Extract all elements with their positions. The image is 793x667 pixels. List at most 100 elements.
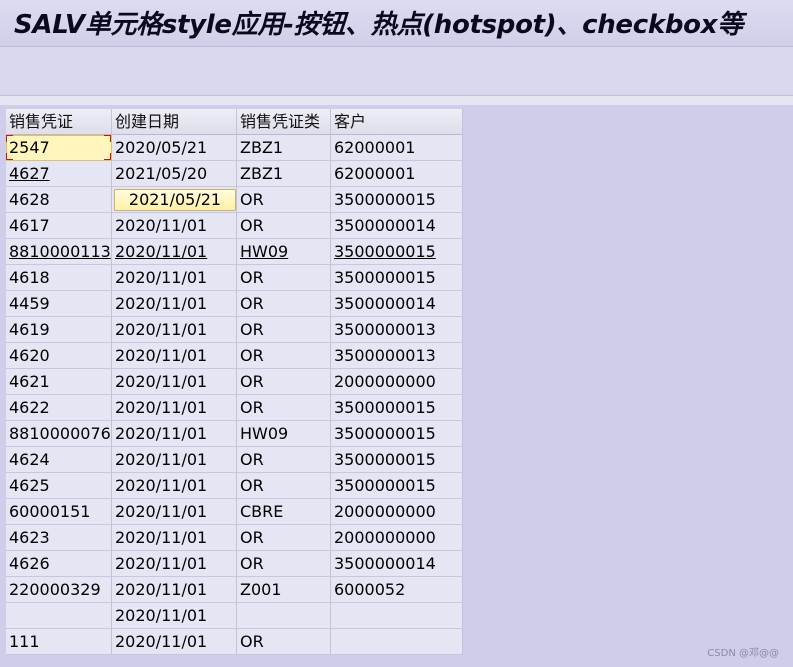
kunnr-cell[interactable]: 3500000013 xyxy=(331,317,463,343)
kunnr-cell[interactable]: 3500000015 xyxy=(331,473,463,499)
table-row[interactable]: 4620 2020/11/01 OR 3500000013 xyxy=(6,343,463,369)
kunnr-cell[interactable]: 6000052 xyxy=(331,577,463,603)
auart-cell[interactable]: OR xyxy=(237,213,331,239)
auart-cell[interactable]: OR xyxy=(237,395,331,421)
auart-cell[interactable]: OR xyxy=(237,265,331,291)
erdat-cell[interactable]: 2020/11/01 xyxy=(112,525,237,551)
kunnr-cell[interactable]: 2000000000 xyxy=(331,525,463,551)
column-header-vbeln[interactable]: 销售凭证 xyxy=(6,109,112,135)
table-row[interactable]: 60000151 2020/11/01 CBRE 2000000000 xyxy=(6,499,463,525)
vbeln-cell[interactable]: 4623 xyxy=(6,525,112,551)
vbeln-cell[interactable]: 220000329 xyxy=(6,577,112,603)
erdat-cell[interactable]: 2020/11/01 xyxy=(112,551,237,577)
erdat-cell[interactable]: 2020/11/01 xyxy=(112,265,237,291)
column-header-auart[interactable]: 销售凭证类 xyxy=(237,109,331,135)
vbeln-cell[interactable]: 8810000076 xyxy=(6,421,112,447)
erdat-cell[interactable]: 2020/11/01 xyxy=(112,603,237,629)
kunnr-cell[interactable] xyxy=(331,629,463,655)
auart-cell[interactable]: OR xyxy=(237,473,331,499)
erdat-cell[interactable]: 2020/11/01 xyxy=(112,291,237,317)
kunnr-cell[interactable]: 3500000013 xyxy=(331,343,463,369)
table-row[interactable]: 4619 2020/11/01 OR 3500000013 xyxy=(6,317,463,343)
auart-cell[interactable]: OR xyxy=(237,629,331,655)
erdat-cell[interactable]: 2020/11/01 xyxy=(112,343,237,369)
auart-cell[interactable]: OR xyxy=(237,551,331,577)
auart-cell[interactable]: OR xyxy=(237,525,331,551)
auart-cell[interactable]: CBRE xyxy=(237,499,331,525)
auart-cell[interactable]: OR xyxy=(237,187,331,213)
auart-hotspot-link[interactable]: HW09 xyxy=(237,239,331,265)
auart-cell[interactable]: Z001 xyxy=(237,577,331,603)
column-header-kunnr[interactable]: 客户 xyxy=(331,109,463,135)
erdat-cell[interactable]: 2020/05/21 xyxy=(112,135,237,161)
erdat-cell[interactable]: 2020/11/01 xyxy=(112,317,237,343)
auart-cell[interactable]: OR xyxy=(237,343,331,369)
table-row[interactable]: 8810000076 2020/11/01 HW09 3500000015 xyxy=(6,421,463,447)
table-row[interactable]: 4624 2020/11/01 OR 3500000015 xyxy=(6,447,463,473)
kunnr-cell[interactable]: 2000000000 xyxy=(331,369,463,395)
table-row[interactable]: 4627 2021/05/20 ZBZ1 62000001 xyxy=(6,161,463,187)
vbeln-cell[interactable]: 4622 xyxy=(6,395,112,421)
vbeln-cell[interactable]: 4625 xyxy=(6,473,112,499)
vbeln-cell[interactable]: 4628 xyxy=(6,187,112,213)
vbeln-cell[interactable]: 60000151 xyxy=(6,499,112,525)
kunnr-cell[interactable]: 62000001 xyxy=(331,135,463,161)
erdat-cell[interactable]: 2020/11/01 xyxy=(112,213,237,239)
kunnr-hotspot-link[interactable]: 3500000015 xyxy=(331,239,463,265)
vbeln-cell[interactable]: 4618 xyxy=(6,265,112,291)
vbeln-cell[interactable]: 4624 xyxy=(6,447,112,473)
vbeln-cell[interactable]: 4619 xyxy=(6,317,112,343)
kunnr-cell[interactable]: 3500000015 xyxy=(331,421,463,447)
kunnr-cell[interactable]: 3500000014 xyxy=(331,213,463,239)
table-row[interactable]: 2020/11/01 xyxy=(6,603,463,629)
vbeln-hotspot-link[interactable]: 8810000113 xyxy=(6,239,112,265)
table-row[interactable]: 4617 2020/11/01 OR 3500000014 xyxy=(6,213,463,239)
vbeln-cell[interactable]: 4620 xyxy=(6,343,112,369)
kunnr-cell[interactable]: 3500000015 xyxy=(331,447,463,473)
table-row[interactable]: 4459 2020/11/01 OR 3500000014 xyxy=(6,291,463,317)
vbeln-cell[interactable]: 4617 xyxy=(6,213,112,239)
vbeln-cell[interactable]: 4621 xyxy=(6,369,112,395)
erdat-cell[interactable]: 2020/11/01 xyxy=(112,447,237,473)
erdat-cell-button[interactable]: 2021/05/21 xyxy=(114,189,236,211)
kunnr-cell[interactable]: 3500000015 xyxy=(331,265,463,291)
auart-cell[interactable]: OR xyxy=(237,369,331,395)
table-row[interactable]: 4628 2021/05/21 OR 3500000015 xyxy=(6,187,463,213)
kunnr-cell[interactable]: 3500000015 xyxy=(331,187,463,213)
auart-cell[interactable]: ZBZ1 xyxy=(237,135,331,161)
kunnr-cell[interactable]: 3500000015 xyxy=(331,395,463,421)
table-row[interactable]: 4621 2020/11/01 OR 2000000000 xyxy=(6,369,463,395)
table-row[interactable]: 4625 2020/11/01 OR 3500000015 xyxy=(6,473,463,499)
auart-cell[interactable]: OR xyxy=(237,447,331,473)
table-row[interactable]: 2547 2020/05/21 ZBZ1 62000001 xyxy=(6,135,463,161)
vbeln-cell[interactable] xyxy=(6,603,112,629)
kunnr-cell[interactable] xyxy=(331,603,463,629)
auart-cell[interactable]: HW09 xyxy=(237,421,331,447)
vbeln-cell[interactable]: 4459 xyxy=(6,291,112,317)
erdat-cell[interactable]: 2020/11/01 xyxy=(112,395,237,421)
table-row[interactable]: 111 2020/11/01 OR xyxy=(6,629,463,655)
erdat-cell[interactable]: 2020/11/01 xyxy=(112,629,237,655)
erdat-cell[interactable]: 2020/11/01 xyxy=(112,499,237,525)
erdat-cell[interactable]: 2020/11/01 xyxy=(112,577,237,603)
erdat-cell[interactable]: 2020/11/01 xyxy=(112,369,237,395)
vbeln-hotspot-link[interactable]: 4627 xyxy=(6,161,112,187)
auart-cell[interactable] xyxy=(237,603,331,629)
table-row[interactable]: 8810000113 2020/11/01 HW09 3500000015 xyxy=(6,239,463,265)
vbeln-cell[interactable]: 111 xyxy=(6,629,112,655)
erdat-hotspot-link[interactable]: 2020/11/01 xyxy=(112,239,237,265)
kunnr-cell[interactable]: 2000000000 xyxy=(331,499,463,525)
kunnr-cell[interactable]: 3500000014 xyxy=(331,551,463,577)
kunnr-cell[interactable]: 62000001 xyxy=(331,161,463,187)
erdat-cell[interactable]: 2021/05/20 xyxy=(112,161,237,187)
auart-cell[interactable]: ZBZ1 xyxy=(237,161,331,187)
table-row[interactable]: 4623 2020/11/01 OR 2000000000 xyxy=(6,525,463,551)
erdat-cell[interactable]: 2020/11/01 xyxy=(112,421,237,447)
table-row[interactable]: 4622 2020/11/01 OR 3500000015 xyxy=(6,395,463,421)
table-row[interactable]: 220000329 2020/11/01 Z001 6000052 xyxy=(6,577,463,603)
auart-cell[interactable]: OR xyxy=(237,291,331,317)
erdat-cell[interactable]: 2020/11/01 xyxy=(112,473,237,499)
vbeln-cell-selected[interactable]: 2547 xyxy=(6,135,112,161)
table-row[interactable]: 4618 2020/11/01 OR 3500000015 xyxy=(6,265,463,291)
kunnr-cell[interactable]: 3500000014 xyxy=(331,291,463,317)
